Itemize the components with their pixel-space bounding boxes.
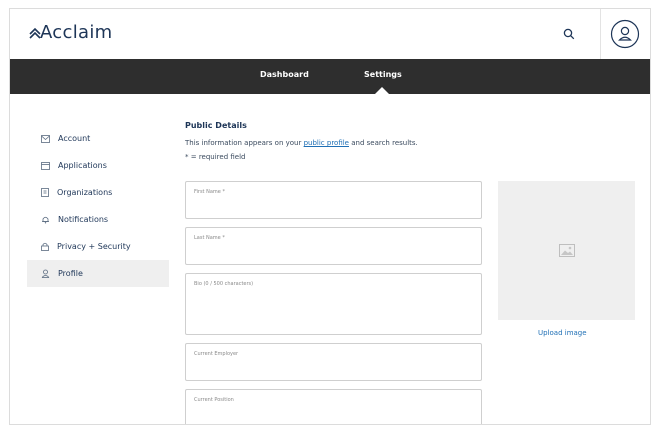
last-name-field[interactable]: Last Name * — [185, 227, 482, 265]
bell-icon — [42, 216, 49, 224]
current-employer-field[interactable]: Current Employer — [185, 343, 482, 381]
description-suffix: and search results. — [349, 139, 418, 147]
current-position-placeholder: Current Position — [194, 397, 234, 403]
description-prefix: This information appears on your — [185, 139, 304, 147]
public-details-section: Public Details This information appears … — [185, 121, 418, 161]
avatar-button[interactable] — [610, 19, 640, 49]
avatar-icon — [610, 19, 640, 49]
sidebar-item-profile[interactable]: Profile — [27, 260, 169, 287]
sidebar-item-privacy-security[interactable]: Privacy + Security — [27, 233, 169, 260]
profile-image-placeholder[interactable] — [498, 181, 635, 320]
required-field-note: * = required field — [185, 153, 246, 161]
top-bar: Acclaim — [10, 9, 650, 59]
app-name: Acclaim — [40, 22, 113, 43]
active-tab-caret — [375, 87, 389, 94]
sidebar-item-organizations[interactable]: Organizations — [27, 179, 169, 206]
current-employer-placeholder: Current Employer — [194, 351, 239, 357]
first-name-field[interactable]: First Name * — [185, 181, 482, 219]
lock-icon — [41, 242, 49, 251]
upload-image-link[interactable]: Upload image — [538, 329, 587, 337]
acclaim-logo[interactable]: Acclaim — [28, 22, 112, 43]
tab-settings[interactable]: Settings — [364, 70, 402, 79]
sidebar-item-label: Account — [58, 134, 91, 143]
sidebar-item-label: Notifications — [58, 215, 109, 224]
first-name-placeholder: First Name * — [194, 189, 225, 195]
public-profile-link[interactable]: public profile — [304, 139, 349, 147]
envelope-icon — [41, 134, 50, 143]
sidebar-item-label: Privacy + Security — [57, 242, 131, 251]
building-icon — [41, 188, 49, 197]
sidebar-item-notifications[interactable]: Notifications — [27, 206, 169, 233]
search-button[interactable] — [558, 23, 580, 45]
current-position-field[interactable]: Current Position — [185, 389, 482, 424]
app-window: Acclaim Dashboard Settings Account Appli… — [9, 8, 651, 425]
last-name-placeholder: Last Name * — [194, 235, 225, 241]
search-icon — [563, 28, 575, 40]
sidebar-item-applications[interactable]: Applications — [27, 152, 169, 179]
profile-icon — [41, 269, 50, 278]
bio-placeholder: Bio (0 / 500 characters) — [194, 281, 254, 287]
topbar-divider — [600, 9, 601, 59]
sidebar-item-label: Applications — [58, 161, 107, 170]
section-description: This information appears on your public … — [185, 139, 418, 147]
sidebar-item-account[interactable]: Account — [27, 125, 169, 152]
window-icon — [41, 161, 50, 170]
section-title: Public Details — [185, 121, 247, 130]
bio-field[interactable]: Bio (0 / 500 characters) — [185, 273, 482, 335]
settings-sidebar: Account Applications Organizations Notif… — [27, 125, 169, 287]
sidebar-item-label: Organizations — [57, 188, 113, 197]
main-nav: Dashboard Settings — [10, 59, 650, 94]
image-icon — [558, 244, 575, 257]
sidebar-item-label: Profile — [58, 269, 83, 278]
tab-dashboard[interactable]: Dashboard — [260, 70, 309, 79]
